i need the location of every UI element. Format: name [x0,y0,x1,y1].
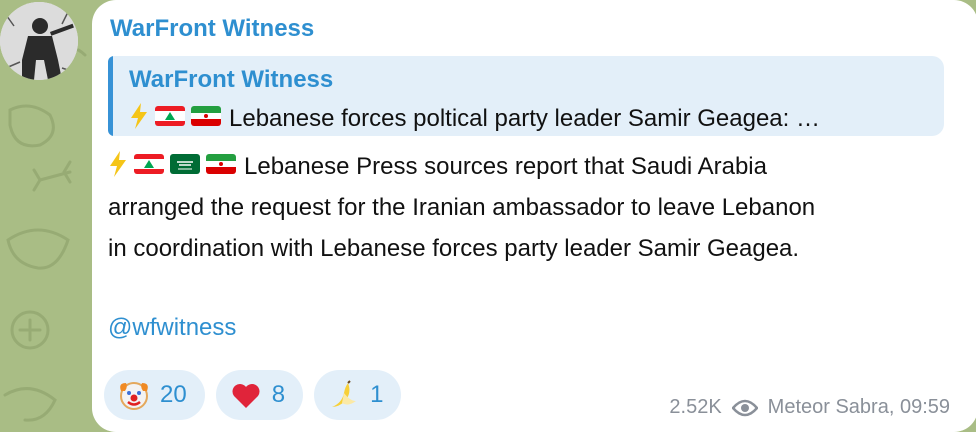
clown-face-icon [120,382,148,410]
lebanon-flag-icon [155,106,185,126]
message-line-2: arranged the request for the Iranian amb… [108,194,816,221]
message-line-3: in coordination with Lebanese forces par… [108,235,800,262]
red-heart-icon [232,384,260,408]
reply-accent-bar [108,56,113,136]
message-emoji-row [108,151,236,177]
reaction-count: 8 [271,381,286,408]
lightning-icon [110,151,126,177]
iran-flag-icon [206,154,236,174]
message-line-1-text: Lebanese Press sources report that Saudi… [244,153,767,180]
reaction-count: 1 [370,381,384,408]
soldier-avatar-icon [0,2,78,80]
reaction-heart[interactable]: 8 [215,370,304,420]
reply-text: Lebanese forces poltical party leader Sa… [229,105,820,132]
reply-quote[interactable]: WarFront Witness Lebanese forces poltica [108,56,944,136]
reaction-banana[interactable]: 1 [314,370,402,420]
sender-name[interactable]: WarFront Witness [110,15,314,43]
lightning-icon [131,103,147,129]
reactions-bar: 20 8 1 [104,370,402,420]
reply-author: WarFront Witness [129,66,334,93]
eye-icon [731,399,758,416]
channel-link[interactable]: @wfwitness [108,314,236,342]
message-meta: 2.52K Meteor Sabra, 09:59 [669,396,950,419]
iran-flag-icon [191,106,221,126]
reply-preview: Lebanese forces poltical party leader Sa… [129,103,939,133]
message-line-1: Lebanese Press sources report that Saudi… [108,146,948,187]
message-text: Lebanese Press sources report that Saudi… [108,146,948,269]
view-count: 2.52K [669,396,722,418]
lebanon-flag-icon [134,154,164,174]
message-bubble[interactable]: WarFront Witness WarFront Witness Lebane… [92,0,976,432]
reply-emoji-row [129,103,221,129]
post-signature-time: Meteor Sabra, 09:59 [767,396,950,418]
banana-icon [332,380,357,407]
saudi-flag-icon [170,154,200,174]
channel-avatar[interactable] [0,2,78,80]
reaction-count: 20 [160,381,187,408]
reaction-clown[interactable]: 20 [104,370,205,420]
